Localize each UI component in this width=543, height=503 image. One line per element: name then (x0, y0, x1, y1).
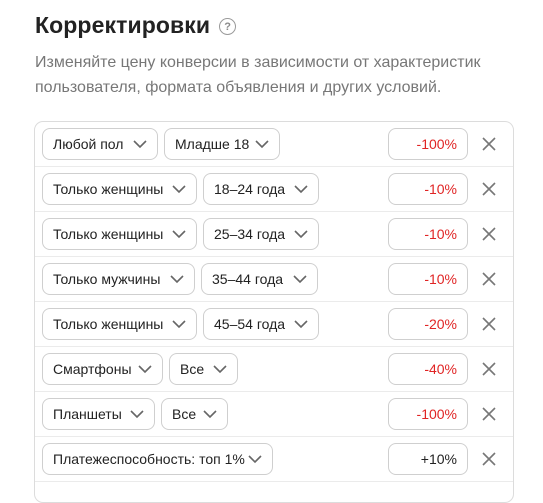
gender-select-value: Только женщины (53, 226, 164, 242)
gender-select-value: Любой пол (53, 136, 124, 152)
adjustment-value-input[interactable]: +10% (388, 443, 468, 475)
chevron-down-icon (294, 185, 308, 194)
gender-select-value: Только мужчины (53, 271, 161, 287)
adjustment-value-input[interactable]: -100% (388, 398, 468, 430)
header: Корректировки ? (35, 12, 237, 39)
gender-select-value: Только женщины (53, 316, 164, 332)
age-select[interactable]: 35–44 года (201, 263, 318, 295)
gender-select[interactable]: Только женщины (42, 308, 197, 340)
age-select-value: 18–24 года (214, 181, 286, 197)
chevron-down-icon (294, 320, 308, 329)
chevron-down-icon (133, 140, 147, 149)
chevron-down-icon (172, 185, 186, 194)
age-select-value: Младше 18 (175, 136, 250, 152)
chevron-down-icon (255, 140, 269, 149)
device-select-value: Смартфоны (53, 361, 132, 377)
gender-select[interactable]: Любой пол (42, 128, 158, 160)
os-select[interactable]: Все (161, 398, 228, 430)
close-icon[interactable] (481, 136, 497, 152)
adjustment-value-input[interactable]: -10% (388, 218, 468, 250)
gender-select-value: Только женщины (53, 181, 164, 197)
age-select-value: 25–34 года (214, 226, 286, 242)
adjustment-value-input[interactable]: -10% (388, 173, 468, 205)
age-select-value: 45–54 года (214, 316, 286, 332)
chevron-down-icon (203, 410, 217, 419)
chevron-down-icon (138, 365, 152, 374)
close-icon[interactable] (481, 361, 497, 377)
question-circle-icon[interactable]: ? (219, 18, 237, 35)
age-select[interactable]: 45–54 года (203, 308, 319, 340)
close-icon[interactable] (481, 271, 497, 287)
close-icon[interactable] (481, 316, 497, 332)
device-select[interactable]: Смартфоны (42, 353, 163, 385)
chevron-down-icon (172, 320, 186, 329)
age-select[interactable]: Младше 18 (164, 128, 280, 160)
adjustment-row: Любой пол Младше 18 -100% (35, 122, 513, 167)
chevron-down-icon (130, 410, 144, 419)
close-icon[interactable] (481, 181, 497, 197)
age-select[interactable]: 25–34 года (203, 218, 319, 250)
adjustment-value-input[interactable]: -20% (388, 308, 468, 340)
adjustment-value-input[interactable]: -40% (388, 353, 468, 385)
chevron-down-icon (248, 455, 262, 464)
close-icon[interactable] (481, 226, 497, 242)
page-title: Корректировки (35, 12, 211, 38)
chevron-down-icon (294, 230, 308, 239)
gender-select[interactable]: Только мужчины (42, 263, 195, 295)
adjustment-row: Только женщины 25–34 года -10% (35, 212, 513, 257)
close-icon[interactable] (481, 406, 497, 422)
chevron-down-icon (213, 365, 227, 374)
adjustment-row: Только женщины 18–24 года -10% (35, 167, 513, 212)
chevron-down-icon (293, 275, 307, 284)
age-select-value: 35–44 года (212, 271, 284, 287)
adjustment-value-input[interactable]: -100% (388, 128, 468, 160)
device-select-value: Планшеты (53, 406, 122, 422)
os-select-value: Все (180, 361, 205, 377)
adjustment-row: Смартфоны Все -40% (35, 347, 513, 392)
adjustments-list: Любой пол Младше 18 -100% Только женщины… (34, 121, 514, 503)
adjustment-row: Планшеты Все -100% (35, 392, 513, 437)
chevron-down-icon (170, 275, 184, 284)
adjustment-row: Только женщины 45–54 года -20% (35, 302, 513, 347)
device-select[interactable]: Планшеты (42, 398, 155, 430)
close-icon[interactable] (481, 451, 497, 467)
chevron-down-icon (172, 230, 186, 239)
adjustment-row: Платежеспособность: топ 1% +10% (35, 437, 513, 482)
page-description: Изменяйте цену конверсии в зависимости о… (35, 54, 481, 96)
solvency-select[interactable]: Платежеспособность: топ 1% (42, 443, 273, 475)
os-select-value: Все (172, 406, 197, 422)
gender-select[interactable]: Только женщины (42, 173, 197, 205)
gender-select[interactable]: Только женщины (42, 218, 197, 250)
solvency-select-value: Платежеспособность: топ 1% (53, 451, 245, 467)
age-select[interactable]: 18–24 года (203, 173, 319, 205)
adjustment-row: Только мужчины 35–44 года -10% (35, 257, 513, 302)
os-select[interactable]: Все (169, 353, 238, 385)
adjustment-value-input[interactable]: -10% (388, 263, 468, 295)
